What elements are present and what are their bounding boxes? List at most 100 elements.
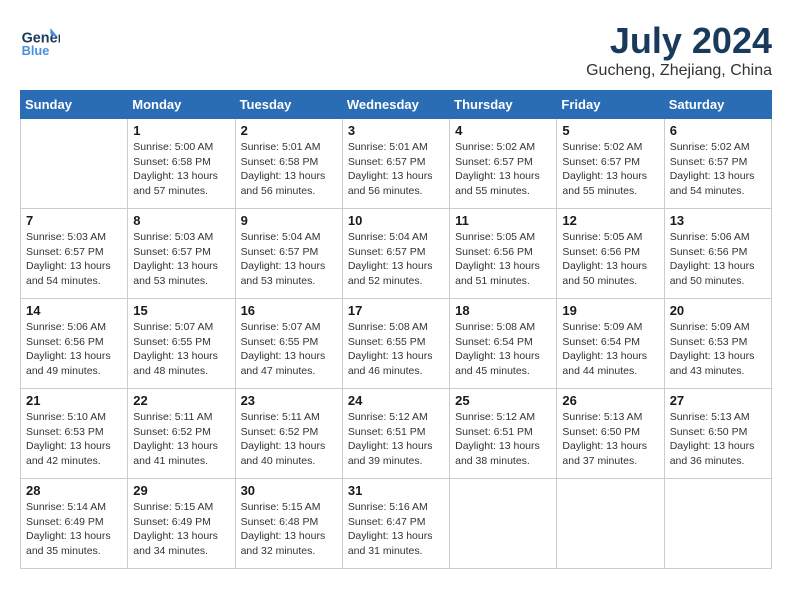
day-number: 11: [455, 213, 551, 228]
calendar-cell: 17 Sunrise: 5:08 AM Sunset: 6:55 PM Dayli…: [342, 299, 449, 389]
calendar-cell: 31Sunrise: 5:16 AM Sunset: 6:47 PM Dayli…: [342, 479, 449, 569]
calendar-cell: 24 Sunrise: 5:12 AM Sunset: 6:51 PM Dayli…: [342, 389, 449, 479]
weekday-header-tuesday: Tuesday: [235, 91, 342, 119]
calendar-cell: 26 Sunrise: 5:13 AM Sunset: 6:50 PM Dayli…: [557, 389, 664, 479]
day-info: Sunrise: 5:06 AM Sunset: 6:56 PM Dayligh…: [26, 320, 122, 379]
calendar-cell: 11 Sunrise: 5:05 AM Sunset: 6:56 PM Dayli…: [450, 209, 557, 299]
calendar-cell: 13 Sunrise: 5:06 AM Sunset: 6:56 PM Dayli…: [664, 209, 771, 299]
day-number: 29: [133, 483, 229, 498]
calendar-cell: 5 Sunrise: 5:02 AM Sunset: 6:57 PM Daylig…: [557, 119, 664, 209]
day-info: Sunrise: 5:13 AM Sunset: 6:50 PM Dayligh…: [670, 410, 766, 469]
day-info: Sunrise: 5:12 AM Sunset: 6:51 PM Dayligh…: [348, 410, 444, 469]
calendar-cell: 15 Sunrise: 5:07 AM Sunset: 6:55 PM Dayli…: [128, 299, 235, 389]
svg-text:Blue: Blue: [22, 43, 50, 58]
day-info: Sunrise: 5:15 AM Sunset: 6:49 PM Dayligh…: [133, 500, 229, 559]
calendar-cell: 9 Sunrise: 5:04 AM Sunset: 6:57 PM Daylig…: [235, 209, 342, 299]
day-info: Sunrise: 5:02 AM Sunset: 6:57 PM Dayligh…: [670, 140, 766, 199]
calendar-cell: 18 Sunrise: 5:08 AM Sunset: 6:54 PM Dayli…: [450, 299, 557, 389]
day-number: 1: [133, 123, 229, 138]
day-number: 5: [562, 123, 658, 138]
day-number: 13: [670, 213, 766, 228]
day-info: Sunrise: 5:02 AM Sunset: 6:57 PM Dayligh…: [562, 140, 658, 199]
day-number: 6: [670, 123, 766, 138]
day-number: 9: [241, 213, 337, 228]
day-number: 18: [455, 303, 551, 318]
calendar-cell: 7Sunrise: 5:03 AM Sunset: 6:57 PM Daylig…: [21, 209, 128, 299]
calendar-cell: 27Sunrise: 5:13 AM Sunset: 6:50 PM Dayli…: [664, 389, 771, 479]
day-info: Sunrise: 5:11 AM Sunset: 6:52 PM Dayligh…: [133, 410, 229, 469]
day-info: Sunrise: 5:11 AM Sunset: 6:52 PM Dayligh…: [241, 410, 337, 469]
page-header: General Blue July 2024 Gucheng, Zhejiang…: [20, 20, 772, 80]
calendar-cell: 4Sunrise: 5:02 AM Sunset: 6:57 PM Daylig…: [450, 119, 557, 209]
calendar-cell: 8 Sunrise: 5:03 AM Sunset: 6:57 PM Daylig…: [128, 209, 235, 299]
calendar-week-4: 21 Sunrise: 5:10 AM Sunset: 6:53 PM Dayli…: [21, 389, 772, 479]
day-number: 3: [348, 123, 444, 138]
calendar-cell: 25Sunrise: 5:12 AM Sunset: 6:51 PM Dayli…: [450, 389, 557, 479]
day-number: 21: [26, 393, 122, 408]
calendar-week-3: 14Sunrise: 5:06 AM Sunset: 6:56 PM Dayli…: [21, 299, 772, 389]
day-info: Sunrise: 5:08 AM Sunset: 6:54 PM Dayligh…: [455, 320, 551, 379]
calendar-cell: 12 Sunrise: 5:05 AM Sunset: 6:56 PM Dayli…: [557, 209, 664, 299]
calendar-week-1: 1Sunrise: 5:00 AM Sunset: 6:58 PM Daylig…: [21, 119, 772, 209]
day-info: Sunrise: 5:03 AM Sunset: 6:57 PM Dayligh…: [133, 230, 229, 289]
calendar-cell: 22 Sunrise: 5:11 AM Sunset: 6:52 PM Dayli…: [128, 389, 235, 479]
weekday-header-sunday: Sunday: [21, 91, 128, 119]
day-info: Sunrise: 5:10 AM Sunset: 6:53 PM Dayligh…: [26, 410, 122, 469]
day-number: 10: [348, 213, 444, 228]
calendar-cell: 6 Sunrise: 5:02 AM Sunset: 6:57 PM Daylig…: [664, 119, 771, 209]
weekday-header-friday: Friday: [557, 91, 664, 119]
calendar-table: SundayMondayTuesdayWednesdayThursdayFrid…: [20, 90, 772, 569]
calendar-cell: 19 Sunrise: 5:09 AM Sunset: 6:54 PM Dayli…: [557, 299, 664, 389]
day-info: Sunrise: 5:14 AM Sunset: 6:49 PM Dayligh…: [26, 500, 122, 559]
calendar-cell: 10 Sunrise: 5:04 AM Sunset: 6:57 PM Dayli…: [342, 209, 449, 299]
weekday-header-saturday: Saturday: [664, 91, 771, 119]
day-number: 31: [348, 483, 444, 498]
logo-icon: General Blue: [20, 20, 60, 60]
weekday-header-wednesday: Wednesday: [342, 91, 449, 119]
calendar-week-2: 7Sunrise: 5:03 AM Sunset: 6:57 PM Daylig…: [21, 209, 772, 299]
day-info: Sunrise: 5:05 AM Sunset: 6:56 PM Dayligh…: [562, 230, 658, 289]
day-info: Sunrise: 5:04 AM Sunset: 6:57 PM Dayligh…: [348, 230, 444, 289]
calendar-cell: 14Sunrise: 5:06 AM Sunset: 6:56 PM Dayli…: [21, 299, 128, 389]
location: Gucheng, Zhejiang, China: [586, 62, 772, 80]
day-number: 23: [241, 393, 337, 408]
calendar-cell: 23 Sunrise: 5:11 AM Sunset: 6:52 PM Dayli…: [235, 389, 342, 479]
day-info: Sunrise: 5:13 AM Sunset: 6:50 PM Dayligh…: [562, 410, 658, 469]
day-info: Sunrise: 5:05 AM Sunset: 6:56 PM Dayligh…: [455, 230, 551, 289]
day-info: Sunrise: 5:09 AM Sunset: 6:54 PM Dayligh…: [562, 320, 658, 379]
day-number: 16: [241, 303, 337, 318]
day-number: 30: [241, 483, 337, 498]
day-number: 26: [562, 393, 658, 408]
day-number: 2: [241, 123, 337, 138]
day-number: 22: [133, 393, 229, 408]
day-number: 4: [455, 123, 551, 138]
calendar-cell: [557, 479, 664, 569]
day-info: Sunrise: 5:08 AM Sunset: 6:55 PM Dayligh…: [348, 320, 444, 379]
calendar-cell: 3Sunrise: 5:01 AM Sunset: 6:57 PM Daylig…: [342, 119, 449, 209]
day-info: Sunrise: 5:07 AM Sunset: 6:55 PM Dayligh…: [241, 320, 337, 379]
weekday-header-monday: Monday: [128, 91, 235, 119]
day-number: 15: [133, 303, 229, 318]
day-number: 28: [26, 483, 122, 498]
day-number: 20: [670, 303, 766, 318]
day-info: Sunrise: 5:06 AM Sunset: 6:56 PM Dayligh…: [670, 230, 766, 289]
day-number: 12: [562, 213, 658, 228]
calendar-cell: 1Sunrise: 5:00 AM Sunset: 6:58 PM Daylig…: [128, 119, 235, 209]
logo: General Blue: [20, 20, 64, 60]
day-info: Sunrise: 5:09 AM Sunset: 6:53 PM Dayligh…: [670, 320, 766, 379]
calendar-cell: 16 Sunrise: 5:07 AM Sunset: 6:55 PM Dayli…: [235, 299, 342, 389]
calendar-cell: 28 Sunrise: 5:14 AM Sunset: 6:49 PM Dayli…: [21, 479, 128, 569]
day-number: 24: [348, 393, 444, 408]
calendar-cell: 29 Sunrise: 5:15 AM Sunset: 6:49 PM Dayli…: [128, 479, 235, 569]
calendar-week-5: 28 Sunrise: 5:14 AM Sunset: 6:49 PM Dayli…: [21, 479, 772, 569]
day-info: Sunrise: 5:04 AM Sunset: 6:57 PM Dayligh…: [241, 230, 337, 289]
day-number: 17: [348, 303, 444, 318]
calendar-cell: [450, 479, 557, 569]
day-info: Sunrise: 5:07 AM Sunset: 6:55 PM Dayligh…: [133, 320, 229, 379]
day-info: Sunrise: 5:01 AM Sunset: 6:58 PM Dayligh…: [241, 140, 337, 199]
calendar-cell: [21, 119, 128, 209]
day-number: 19: [562, 303, 658, 318]
day-number: 8: [133, 213, 229, 228]
day-info: Sunrise: 5:15 AM Sunset: 6:48 PM Dayligh…: [241, 500, 337, 559]
day-info: Sunrise: 5:03 AM Sunset: 6:57 PM Dayligh…: [26, 230, 122, 289]
